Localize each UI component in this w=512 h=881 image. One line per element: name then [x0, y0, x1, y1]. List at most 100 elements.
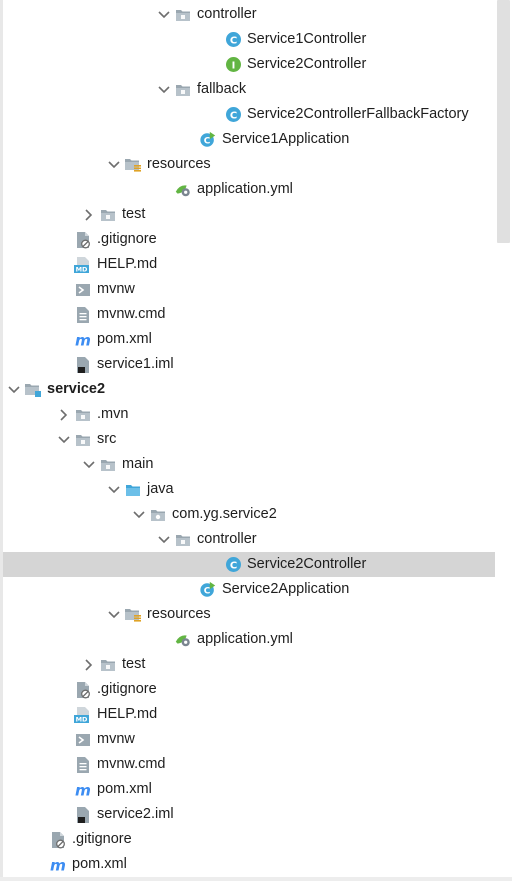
tree-item-label: java — [147, 481, 174, 497]
chevron-down-icon[interactable] — [82, 458, 96, 472]
chevron-right-icon[interactable] — [82, 658, 96, 672]
markdown-file-icon: MD — [74, 256, 92, 274]
tree-item-label: com.yg.service2 — [172, 506, 277, 522]
tree-item-label: src — [97, 431, 117, 447]
source-folder-icon — [124, 481, 142, 499]
tree-item-label: test — [122, 206, 146, 222]
vertical-scrollbar[interactable] — [496, 0, 512, 881]
tree-item-label: service1.iml — [97, 356, 174, 372]
gitignore-file-icon — [74, 231, 92, 249]
tree-row[interactable]: controller — [0, 527, 496, 552]
tree-item-label: Service2Controller — [247, 556, 367, 572]
chevron-down-icon[interactable] — [7, 383, 21, 397]
tree-row[interactable]: C Service1Controller — [0, 27, 496, 52]
svg-text:m: m — [75, 332, 91, 348]
tree-row[interactable]: MD HELP.md — [0, 252, 496, 277]
tree-item-label: resources — [147, 606, 211, 622]
tree-row[interactable]: .gitignore — [0, 227, 496, 252]
tree-row[interactable]: src — [0, 427, 496, 452]
chevron-down-icon[interactable] — [132, 508, 146, 522]
tree-row[interactable]: controller — [0, 2, 496, 27]
tree-item-label: service2.iml — [97, 806, 174, 822]
gitignore-file-icon — [74, 681, 92, 699]
scrollbar-thumb[interactable] — [497, 0, 510, 243]
tree-item-label: mvnw.cmd — [97, 756, 166, 772]
chevron-right-icon[interactable] — [82, 208, 96, 222]
tree-item-label: HELP.md — [97, 706, 158, 722]
tree-row[interactable]: resources — [0, 602, 496, 627]
iml-file-icon — [74, 356, 92, 374]
tree-row[interactable]: C Service2ControllerFallbackFactory — [0, 102, 496, 127]
folder-icon — [99, 656, 117, 674]
tree-row[interactable]: mvnw.cmd — [0, 752, 496, 777]
svg-text:C: C — [204, 136, 211, 146]
tree-row[interactable]: application.yml — [0, 177, 496, 202]
svg-text:C: C — [229, 560, 236, 571]
tree-item-label: controller — [197, 531, 257, 547]
tree-row[interactable]: mvnw — [0, 727, 496, 752]
tree-item-label: .mvn — [97, 406, 129, 422]
tree-row[interactable]: application.yml — [0, 627, 496, 652]
tree-row[interactable]: m pom.xml — [0, 777, 496, 802]
class-icon: C — [224, 31, 242, 49]
package-icon — [149, 506, 167, 524]
tree-item-label: service2 — [47, 381, 106, 397]
tree-row[interactable]: test — [0, 202, 496, 227]
tree-item-label: HELP.md — [97, 256, 158, 272]
svg-text:m: m — [50, 857, 66, 873]
tree-row[interactable]: mvnw.cmd — [0, 302, 496, 327]
resources-folder-icon — [124, 606, 142, 624]
tree-row[interactable]: java — [0, 477, 496, 502]
chevron-down-icon[interactable] — [107, 608, 121, 622]
tree-row[interactable]: .gitignore — [0, 677, 496, 702]
maven-icon: m — [49, 856, 67, 874]
iml-file-icon — [74, 806, 92, 824]
chevron-down-icon[interactable] — [57, 433, 71, 447]
folder-icon — [174, 531, 192, 549]
tree-row[interactable]: fallback — [0, 77, 496, 102]
tree-item-label: Service1Application — [222, 131, 350, 147]
tree-item-label: Service2Controller — [247, 56, 367, 72]
tree-row[interactable]: mvnw — [0, 277, 496, 302]
chevron-right-icon[interactable] — [57, 408, 71, 422]
tree-row[interactable]: service1.iml — [0, 352, 496, 377]
tree-row[interactable]: main — [0, 452, 496, 477]
tree-row[interactable]: test — [0, 652, 496, 677]
tree-row[interactable]: service2 — [0, 377, 496, 402]
chevron-down-icon[interactable] — [107, 483, 121, 497]
project-tree[interactable]: controller C Service1Controller I Service2Co… — [0, 0, 512, 881]
tree-item-label: .gitignore — [72, 831, 132, 847]
folder-icon — [174, 81, 192, 99]
folder-icon — [99, 206, 117, 224]
tree-item-label: Service2ControllerFallbackFactory — [247, 106, 469, 122]
tree-row[interactable]: .mvn — [0, 402, 496, 427]
tree-item-label: resources — [147, 156, 211, 172]
tree-row[interactable]: MD HELP.md — [0, 702, 496, 727]
maven-icon: m — [74, 781, 92, 799]
text-file-icon — [74, 756, 92, 774]
tree-row[interactable]: resources — [0, 152, 496, 177]
tree-row[interactable]: I Service2Controller — [0, 52, 496, 77]
tree-item-label: controller — [197, 6, 257, 22]
chevron-down-icon[interactable] — [107, 158, 121, 172]
module-folder-icon — [24, 381, 42, 399]
chevron-down-icon[interactable] — [157, 83, 171, 97]
interface-icon: I — [224, 56, 242, 74]
tree-item-label: mvnw.cmd — [97, 306, 166, 322]
tree-row[interactable]: C Service2Controller — [3, 552, 495, 577]
tree-row[interactable]: C Service1Application — [0, 127, 496, 152]
svg-text:C: C — [229, 35, 236, 46]
resources-folder-icon — [124, 156, 142, 174]
text-file-icon — [74, 306, 92, 324]
yml-config-icon — [174, 631, 192, 649]
tree-row[interactable]: com.yg.service2 — [0, 502, 496, 527]
tree-row[interactable]: m pom.xml — [0, 852, 496, 877]
tree-row[interactable]: .gitignore — [0, 827, 496, 852]
tree-item-label: test — [122, 656, 146, 672]
tree-row[interactable]: m pom.xml — [0, 327, 496, 352]
chevron-down-icon[interactable] — [157, 533, 171, 547]
tree-row[interactable]: C Service2Application — [0, 577, 496, 602]
tree-row[interactable]: service2.iml — [0, 802, 496, 827]
folder-icon — [174, 6, 192, 24]
chevron-down-icon[interactable] — [157, 8, 171, 22]
